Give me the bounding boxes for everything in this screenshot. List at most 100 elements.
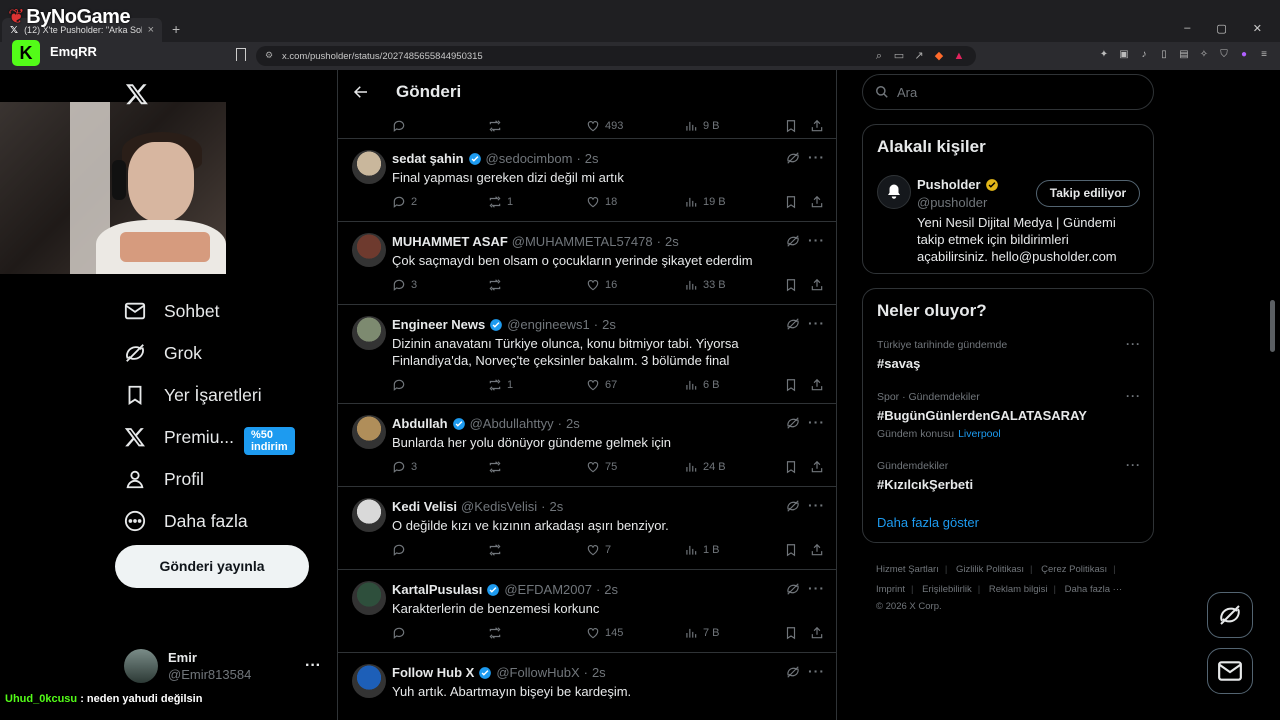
like-button[interactable]: 16 — [586, 278, 684, 292]
views-button[interactable]: 24 B — [684, 460, 784, 474]
sidebar-item-premium[interactable]: Premiu... %50 indirim — [124, 416, 295, 458]
bookmark-button[interactable] — [784, 378, 810, 392]
author-handle[interactable]: @sedocimbom — [486, 151, 573, 166]
like-button[interactable]: 75 — [586, 460, 684, 474]
author-handle[interactable]: @engineews1 — [507, 317, 590, 332]
views-button[interactable]: 6 B — [684, 378, 784, 392]
more-dots-icon[interactable]: ··· — [1126, 389, 1141, 403]
author-handle[interactable]: @EFDAM2007 — [504, 582, 592, 597]
tweet-time[interactable]: 2s — [549, 499, 563, 514]
author-name[interactable]: Follow Hub X — [392, 665, 474, 680]
grok-fab[interactable] — [1207, 592, 1253, 638]
account-switcher[interactable]: Emir @Emir813584 — [124, 649, 251, 683]
repost-button[interactable]: 1 — [488, 378, 586, 392]
footer-link[interactable]: Çerez Politikası — [1041, 564, 1107, 575]
more-dots-icon[interactable]: ··· — [808, 580, 825, 596]
avatar[interactable] — [352, 581, 386, 615]
sidebar-item-bookmarks[interactable]: Yer İşaretleri — [124, 374, 262, 416]
tweet-time[interactable]: 2s — [604, 582, 618, 597]
reply-button[interactable]: 2 — [392, 195, 488, 209]
grok-icon[interactable] — [786, 151, 800, 165]
share-button[interactable] — [810, 195, 824, 209]
avatar[interactable] — [352, 415, 386, 449]
leo-icon[interactable]: ✧ — [1198, 49, 1210, 61]
tweet-reply[interactable]: Kedi Velisi @KedisVelisi · 2s ··· O deği… — [338, 487, 836, 570]
close-window-icon[interactable]: ✕ — [1253, 22, 1262, 35]
footer-link[interactable]: Daha fazla ··· — [1065, 584, 1123, 595]
profile-icon[interactable]: ● — [1238, 49, 1250, 61]
show-more-link[interactable]: Daha fazla göster — [877, 515, 979, 530]
more-dots-icon[interactable]: ··· — [808, 414, 825, 430]
grok-icon[interactable] — [786, 416, 800, 430]
author-handle[interactable]: @Abdullahttyy — [470, 416, 554, 431]
like-button[interactable]: 145 — [586, 626, 684, 640]
url-field[interactable]: ⚙ x.com/pusholder/status/202748565584495… — [256, 46, 976, 66]
tweet-time[interactable]: 2s — [566, 416, 580, 431]
post-button[interactable]: Gönderi yayınla — [115, 545, 309, 588]
repost-button[interactable] — [488, 543, 586, 557]
minimize-icon[interactable]: – — [1184, 22, 1190, 35]
reply-button[interactable]: 3 — [392, 460, 488, 474]
avatar[interactable] — [352, 316, 386, 350]
footer-link[interactable]: Imprint — [876, 584, 905, 595]
reply-button[interactable] — [392, 626, 488, 640]
tweet-reply[interactable]: Follow Hub X @FollowHubX · 2s ··· Yuh ar… — [338, 653, 836, 720]
trend-item[interactable]: Türkiye tarihinde gündemde #savaş ··· — [877, 337, 1141, 371]
sidebar-item-more[interactable]: Daha fazla — [124, 500, 262, 542]
repost-button[interactable] — [488, 626, 586, 640]
brave-rewards-icon[interactable]: ▲ — [952, 49, 966, 63]
share-icon[interactable]: ↗ — [912, 49, 926, 63]
share-button[interactable] — [810, 626, 824, 640]
avatar[interactable] — [352, 498, 386, 532]
more-dots-icon[interactable]: ··· — [808, 315, 825, 331]
trend-link[interactable]: Liverpool — [958, 428, 1001, 440]
bookmark-button[interactable] — [784, 119, 810, 133]
repost-button[interactable] — [488, 278, 586, 292]
reply-button[interactable] — [392, 543, 488, 557]
bookmark-button[interactable] — [784, 278, 810, 292]
tweet-time[interactable]: 2s — [665, 234, 679, 249]
views-button[interactable]: 19 B — [684, 195, 784, 209]
more-dots-icon[interactable]: ··· — [808, 232, 825, 248]
footer-link[interactable]: Erişilebilirlik — [922, 584, 972, 595]
share-button[interactable] — [810, 378, 824, 392]
tweet-reply[interactable]: sedat şahin @sedocimbom · 2s ··· Final y… — [338, 139, 836, 222]
messages-fab[interactable] — [1207, 648, 1253, 694]
author-handle[interactable]: @FollowHubX — [496, 665, 579, 680]
more-dots-icon[interactable]: ··· — [305, 657, 321, 675]
grok-icon[interactable] — [786, 665, 800, 679]
menu-icon[interactable]: ≡ — [1258, 49, 1270, 61]
views-button[interactable]: 1 B — [684, 543, 784, 557]
tweet-reply[interactable]: KartalPusulası @EFDAM2007 · 2s ··· Karak… — [338, 570, 836, 653]
repost-button[interactable] — [488, 119, 586, 133]
author-name[interactable]: Abdullah — [392, 416, 448, 431]
vpn-icon[interactable]: ⛉ — [1218, 49, 1230, 61]
music-icon[interactable]: ♪ — [1138, 49, 1150, 61]
more-dots-icon[interactable]: ··· — [1126, 458, 1141, 472]
bookmark-button[interactable] — [784, 460, 810, 474]
tweet-time[interactable]: 2s — [585, 151, 599, 166]
bookmark-button[interactable] — [784, 543, 810, 557]
repost-button[interactable] — [488, 460, 586, 474]
grok-icon[interactable] — [786, 582, 800, 596]
avatar[interactable] — [352, 664, 386, 698]
views-button[interactable]: 9 B — [684, 119, 784, 133]
more-dots-icon[interactable]: ··· — [808, 663, 825, 679]
close-tab-icon[interactable]: × — [148, 24, 154, 36]
share-button[interactable] — [810, 543, 824, 557]
reply-button[interactable]: 3 — [392, 278, 488, 292]
related-user-name[interactable]: Pusholder — [917, 177, 999, 192]
author-handle[interactable]: @MUHAMMETAL57478 — [512, 234, 653, 249]
tweet-time[interactable]: 2s — [602, 317, 616, 332]
bookmark-page-icon[interactable] — [236, 48, 246, 61]
avatar[interactable] — [352, 150, 386, 184]
bookmark-button[interactable] — [784, 626, 810, 640]
more-dots-icon[interactable]: ··· — [1126, 337, 1141, 351]
views-button[interactable]: 33 B — [684, 278, 784, 292]
cast-icon[interactable]: ▭ — [892, 49, 906, 63]
zoom-icon[interactable]: ⌕ — [872, 49, 886, 63]
more-dots-icon[interactable]: ··· — [808, 149, 825, 165]
author-handle[interactable]: @KedisVelisi — [461, 499, 537, 514]
like-button[interactable]: 18 — [586, 195, 684, 209]
trend-item[interactable]: Spor · Gündemdekiler #BugünGünlerdenGALA… — [877, 389, 1141, 440]
